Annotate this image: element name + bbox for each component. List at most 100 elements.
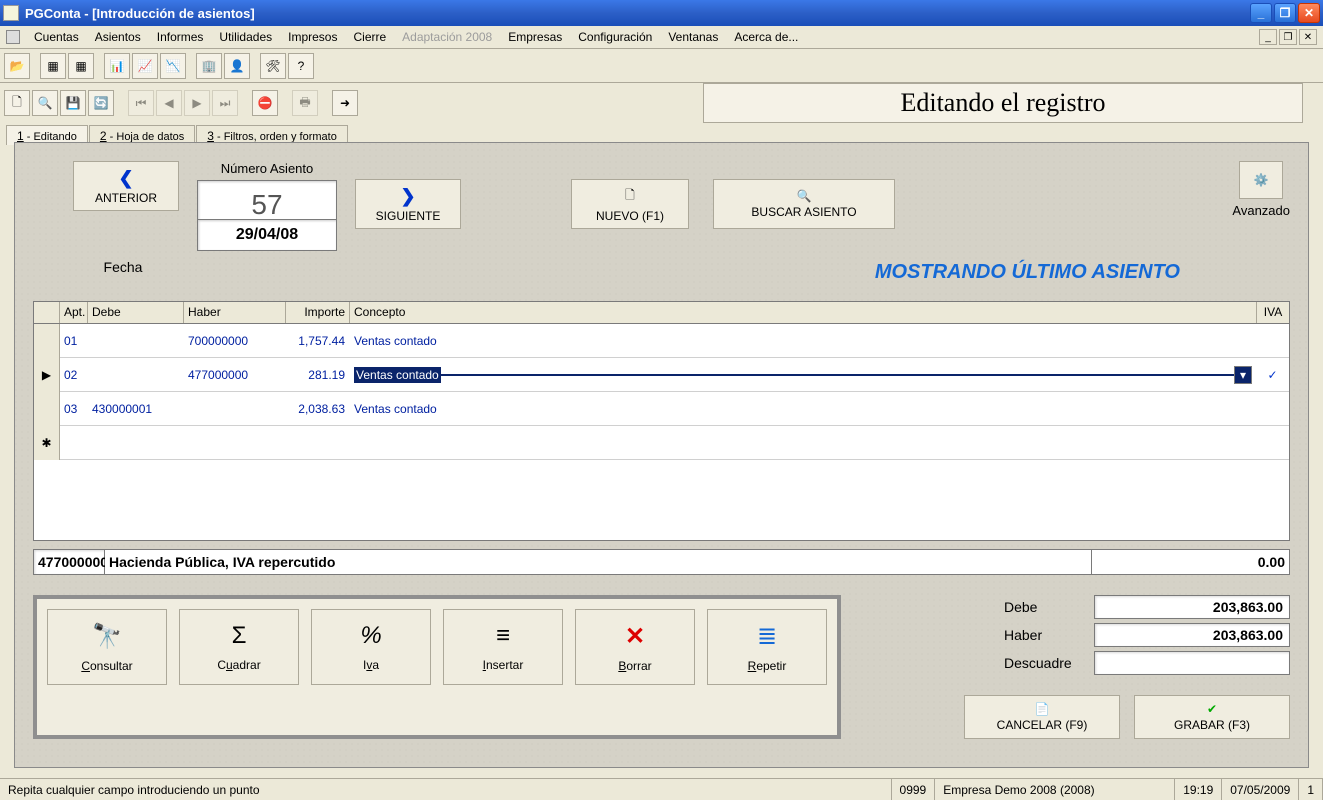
menu-informes[interactable]: Informes (149, 27, 212, 47)
tb-exit-icon[interactable]: ➜ (332, 90, 358, 116)
menu-adaptacion: Adaptación 2008 (394, 27, 500, 47)
col-apt[interactable]: Apt. (60, 302, 88, 323)
insert-icon: ≡ (496, 622, 510, 650)
tb-tools-icon[interactable]: 🛠 (260, 53, 286, 79)
arrow-right-icon: ❯ (400, 186, 415, 207)
status-hint: Repita cualquier campo introduciendo un … (0, 779, 892, 800)
col-haber[interactable]: Haber (184, 302, 286, 323)
nuevo-button[interactable]: 🗋 NUEVO (F1) (571, 179, 689, 229)
menu-configuracion[interactable]: Configuración (570, 27, 660, 47)
tb-building-icon[interactable]: 🏢 (196, 53, 222, 79)
search-icon: 🔍 (797, 189, 812, 203)
menu-cuentas[interactable]: Cuentas (26, 27, 87, 47)
account-name: Hacienda Pública, IVA repercutido (105, 549, 1092, 575)
maximize-button[interactable]: ❐ (1274, 3, 1296, 23)
window-title: PGConta - [Introducción de asientos] (25, 6, 1250, 21)
col-debe[interactable]: Debe (88, 302, 184, 323)
table-row[interactable]: ▶ 02 477000000 281.19 Ventas contado ▾ ✓ (34, 358, 1289, 392)
iva-check-icon[interactable]: ✓ (1257, 366, 1289, 384)
tb-prev-icon[interactable]: ◀ (156, 90, 182, 116)
concepto-cell-selected[interactable]: Ventas contado (354, 367, 441, 383)
tb-grid1-icon[interactable]: ▦ (40, 53, 66, 79)
statusbar: Repita cualquier campo introduciendo un … (0, 778, 1323, 800)
main-panel: ❮ ANTERIOR Número Asiento 57 ❯ SIGUIENTE… (14, 142, 1309, 768)
descuadre-label: Descuadre (1004, 655, 1094, 671)
iva-button[interactable]: % Iva (311, 609, 431, 685)
table-row[interactable]: 03 430000001 2,038.63 Ventas contado (34, 392, 1289, 426)
toolbar-main: 📂 ▦ ▦ 📊 📈 📉 🏢 👤 🛠 ? (0, 49, 1323, 83)
menu-acerca[interactable]: Acerca de... (726, 27, 806, 47)
toolbar-record: 🗋 🔍 💾 🔄 ⏮ ◀ ▶ ⏭ ⛔ 🖶 ➜ (0, 86, 362, 120)
tb-new-icon[interactable]: 🗋 (4, 90, 30, 116)
tb-grid2-icon[interactable]: ▦ (68, 53, 94, 79)
fecha-value[interactable]: 29/04/08 (197, 219, 337, 251)
mdi-close[interactable]: ✕ (1299, 29, 1317, 45)
anterior-button[interactable]: ❮ ANTERIOR (73, 161, 179, 211)
tb-delete-icon[interactable]: ⛔ (252, 90, 278, 116)
status-page: 1 (1299, 779, 1323, 800)
total-haber-value: 203,863.00 (1094, 623, 1290, 647)
descuadre-value (1094, 651, 1290, 675)
menu-empresas[interactable]: Empresas (500, 27, 570, 47)
menubar: Cuentas Asientos Informes Utilidades Imp… (0, 26, 1323, 49)
account-amount: 0.00 (1092, 549, 1290, 575)
percent-icon: % (360, 622, 381, 650)
close-button[interactable]: ✕ (1298, 3, 1320, 23)
new-doc-icon: 🗋 (625, 186, 635, 207)
menu-ventanas[interactable]: Ventanas (660, 27, 726, 47)
repeat-icon: ≣ (757, 622, 777, 651)
buscar-button[interactable]: 🔍 BUSCAR ASIENTO (713, 179, 895, 229)
mdi-minimize[interactable]: _ (1259, 29, 1277, 45)
status-date: 07/05/2009 (1222, 779, 1299, 800)
tb-refresh-icon[interactable]: 🔄 (88, 90, 114, 116)
status-time: 19:19 (1175, 779, 1222, 800)
fecha-label: Fecha (73, 259, 173, 275)
total-debe-label: Debe (1004, 599, 1094, 615)
siguiente-button[interactable]: ❯ SIGUIENTE (355, 179, 461, 229)
tb-chart3-icon[interactable]: 📉 (160, 53, 186, 79)
cuadrar-button[interactable]: Σ Cuadrar (179, 609, 299, 685)
mdi-system-icon[interactable] (6, 30, 20, 44)
menu-impresos[interactable]: Impresos (280, 27, 345, 47)
menu-asientos[interactable]: Asientos (87, 27, 149, 47)
entries-grid: Apt. Debe Haber Importe Concepto IVA 01 … (33, 301, 1290, 541)
insertar-button[interactable]: ≡ Insertar (443, 609, 563, 685)
tb-user-icon[interactable]: 👤 (224, 53, 250, 79)
tb-chart2-icon[interactable]: 📈 (132, 53, 158, 79)
tb-chart1-icon[interactable]: 📊 (104, 53, 130, 79)
table-row-new[interactable]: ✱ (34, 426, 1289, 460)
mdi-restore[interactable]: ❐ (1279, 29, 1297, 45)
col-importe[interactable]: Importe (286, 302, 350, 323)
dropdown-icon[interactable]: ▾ (1234, 366, 1252, 384)
menu-utilidades[interactable]: Utilidades (211, 27, 280, 47)
row-indicator-icon: ▶ (34, 358, 60, 392)
account-info-bar: 477000000 Hacienda Pública, IVA repercut… (33, 549, 1290, 575)
consultar-button[interactable]: 🔭 Consultar (47, 609, 167, 685)
tb-last-icon[interactable]: ⏭ (212, 90, 238, 116)
col-concepto[interactable]: Concepto (350, 302, 1257, 323)
grabar-button[interactable]: ✔ GRABAR (F3) (1134, 695, 1290, 739)
borrar-button[interactable]: ✕ Borrar (575, 609, 695, 685)
menu-cierre[interactable]: Cierre (345, 27, 394, 47)
show-last-label: MOSTRANDO ÚLTIMO ASIENTO (875, 261, 1180, 284)
tb-print-icon[interactable]: 🖶 (292, 90, 318, 116)
tb-help-icon[interactable]: ? (288, 53, 314, 79)
tb-preview-icon[interactable]: 🔍 (32, 90, 58, 116)
col-iva[interactable]: IVA (1257, 302, 1289, 323)
cancelar-button[interactable]: 📄 CANCELAR (F9) (964, 695, 1120, 739)
tb-next-icon[interactable]: ▶ (184, 90, 210, 116)
app-icon (3, 5, 19, 21)
tb-save-icon[interactable]: 💾 (60, 90, 86, 116)
tb-open-icon[interactable]: 📂 (4, 53, 30, 79)
repetir-button[interactable]: ≣ Repetir (707, 609, 827, 685)
total-debe-value: 203,863.00 (1094, 595, 1290, 619)
check-icon: ✔ (1207, 702, 1217, 716)
status-code: 0999 (892, 779, 936, 800)
minimize-button[interactable]: _ (1250, 3, 1272, 23)
avanzado-button[interactable]: ⚙️ Avanzado (1232, 161, 1290, 218)
binoculars-icon: 🔭 (92, 622, 122, 651)
arrow-left-icon: ❮ (118, 168, 133, 189)
table-row[interactable]: 01 700000000 1,757.44 Ventas contado (34, 324, 1289, 358)
status-company: Empresa Demo 2008 (2008) (935, 779, 1175, 800)
tb-first-icon[interactable]: ⏮ (128, 90, 154, 116)
